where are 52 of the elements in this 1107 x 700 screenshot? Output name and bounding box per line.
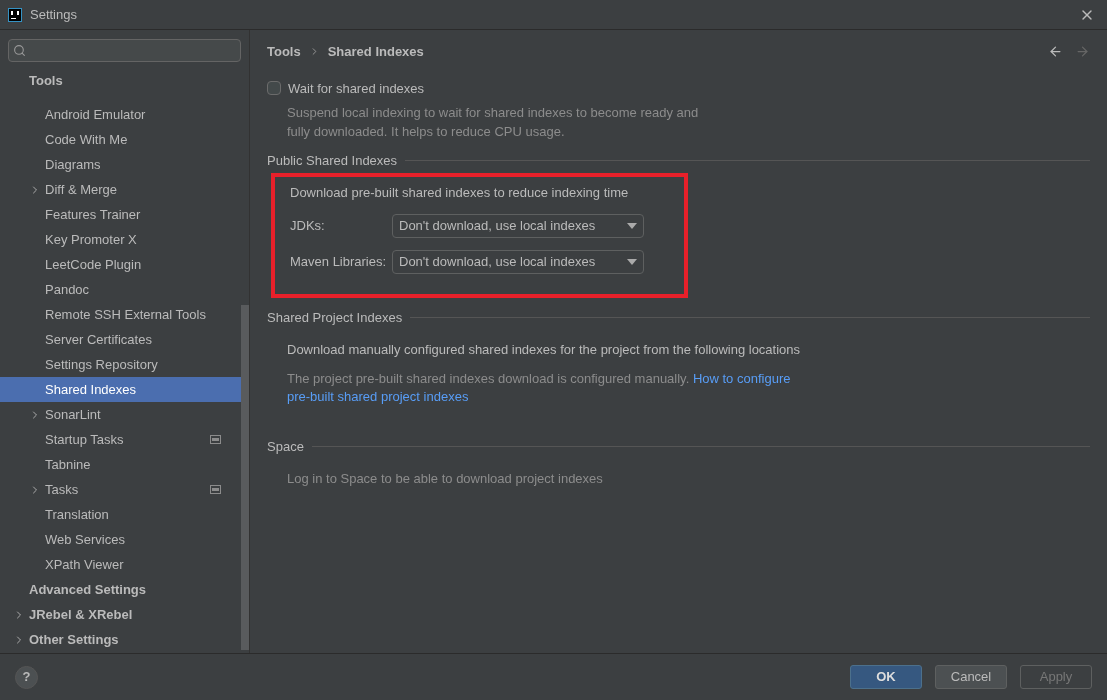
field-label: Maven Libraries: — [290, 253, 388, 272]
scrollbar[interactable] — [241, 305, 249, 650]
window-title: Settings — [30, 5, 78, 24]
sidebar-item[interactable]: LeetCode Plugin — [0, 252, 241, 277]
checkbox-label[interactable]: Wait for shared indexes — [288, 78, 425, 98]
search-field[interactable] — [8, 39, 241, 62]
help-button[interactable]: ? — [15, 665, 38, 689]
section-title: Public Shared Indexes — [267, 152, 398, 170]
dialog-button[interactable]: Cancel — [935, 665, 1007, 689]
sidebar-item[interactable]: Server Certificates — [0, 327, 241, 352]
help-link[interactable]: pre-built shared project indexes — [287, 389, 469, 404]
sidebar-item[interactable]: Other Settings — [0, 627, 241, 652]
section-intro: Download pre-built shared indexes to reduce indexing time — [290, 183, 630, 202]
dropdown[interactable]: Don't download, use local indexes — [392, 250, 644, 274]
help-link[interactable]: How to configure — [692, 371, 791, 386]
dialog-button[interactable]: OK — [850, 665, 922, 689]
dropdown-arrow-icon — [627, 223, 637, 229]
sidebar-item[interactable]: Shared Indexes — [0, 377, 241, 402]
section-note: The project pre-built shared indexes download is configured manually. How to configure pre-built shared project indexes — [287, 370, 792, 406]
sidebar-item[interactable]: Settings Repository — [0, 352, 241, 377]
sidebar-item[interactable]: Advanced Settings — [0, 577, 241, 602]
section-title: Space — [267, 438, 304, 456]
sidebar-item[interactable]: Translation — [0, 502, 241, 527]
forward-arrow-icon[interactable] — [1075, 44, 1090, 60]
sidebar-item[interactable]: Diff & Merge — [0, 177, 241, 202]
option-description: Suspend local indexing to wait for shared indexes to become ready and fully downloaded. It helps to reduce CPU usage. — [287, 104, 700, 141]
app-logo-icon — [8, 7, 22, 22]
sidebar-item[interactable]: JRebel & XRebel — [0, 602, 241, 627]
breadcrumb-item: Shared Indexes — [327, 43, 424, 61]
sidebar-item[interactable]: Web Services — [0, 527, 241, 552]
breadcrumb-item[interactable]: Tools — [267, 42, 301, 62]
sidebar-item[interactable]: SonarLint — [0, 402, 241, 427]
sidebar-item[interactable]: Startup Tasks — [0, 427, 241, 452]
sidebar-item[interactable]: Key Promoter X — [0, 227, 241, 252]
sidebar-item[interactable]: Diagrams — [0, 152, 241, 177]
section-intro: Download manually configured shared indexes for the project from the following locations — [287, 340, 802, 359]
checkbox[interactable] — [267, 81, 281, 96]
search-icon — [13, 44, 26, 57]
dropdown-arrow-icon — [627, 259, 637, 265]
sidebar-item[interactable]: Tabnine — [0, 452, 241, 477]
dropdown[interactable]: Don't download, use local indexes — [392, 214, 644, 238]
category-header[interactable]: Tools — [0, 70, 241, 95]
sidebar-item[interactable]: Remote SSH External Tools — [0, 302, 241, 327]
sidebar-item[interactable]: Android Emulator — [0, 102, 241, 127]
sidebar-item[interactable]: XPath Viewer — [0, 552, 241, 577]
sidebar-item[interactable]: Tasks — [0, 477, 241, 502]
section-note: Log in to Space to be able to download project indexes — [287, 469, 604, 488]
sidebar-item[interactable]: Features Trainer — [0, 202, 241, 227]
section-title: Shared Project Indexes — [267, 309, 403, 327]
sidebar-item[interactable]: Code With Me — [0, 127, 241, 152]
field-label: JDKs: — [290, 217, 326, 236]
sidebar-item[interactable]: Pandoc — [0, 277, 241, 302]
